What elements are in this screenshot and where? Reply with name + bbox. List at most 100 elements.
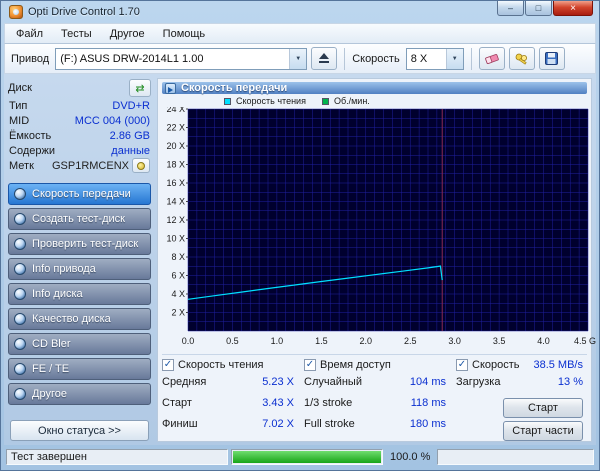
access-time-checkbox[interactable]: ✓ (304, 358, 316, 371)
sidebar-item-label: Info диска (32, 288, 83, 300)
sidebar-item-label: CD Bler (32, 338, 71, 350)
sidebar-item-create-test-disc[interactable]: Создать тест-диск (8, 208, 151, 230)
maximize-icon: □ (535, 3, 542, 13)
menu-bar: Файл Тесты Другое Помощь (4, 23, 596, 44)
actions-column: Загрузка 13 % Старт Старт части (456, 376, 587, 443)
disk-field-type: Тип DVD+R (8, 98, 151, 113)
stat-random: Случайный 104 ms (304, 376, 446, 397)
sidebar-item-cd-bler[interactable]: CD Bler (8, 333, 151, 355)
sidebar-item-verify-test-disc[interactable]: Проверить тест-диск (8, 233, 151, 255)
field-value: DVD+R (112, 99, 150, 112)
menu-tests[interactable]: Тесты (52, 26, 101, 42)
stat-average: Средняя 5.23 X (162, 376, 294, 397)
read-speed-checkbox[interactable]: ✓ (162, 358, 174, 371)
chevron-down-icon[interactable]: ▼ (289, 48, 307, 69)
stat-label: Загрузка (456, 376, 501, 388)
access-time-checkbox-label: Время доступ (320, 358, 391, 371)
stat-label: Средняя (162, 376, 207, 388)
transfer-rate-icon (165, 82, 176, 94)
field-label: Тип (9, 99, 28, 112)
disk-panel-title: Диск (8, 82, 32, 94)
cd-bler-icon (14, 338, 26, 350)
stat-finish: Финиш 7.02 X (162, 418, 294, 439)
start-button[interactable]: Старт (503, 398, 583, 418)
stat-value: 104 ms (409, 376, 446, 388)
svg-text:4.0: 4.0 (537, 336, 550, 346)
stat-label: Full stroke (304, 418, 355, 430)
svg-text:4.5 GB: 4.5 GB (574, 336, 596, 346)
svg-text:6 X: 6 X (171, 271, 185, 281)
chevron-down-icon[interactable]: ▼ (445, 48, 463, 69)
rpm-swatch (321, 97, 329, 105)
eraser-icon (484, 53, 499, 64)
access-stats-column: Случайный 104 ms 1/3 stroke 118 ms Full … (304, 376, 456, 443)
access-time-check-group: ✓ Время доступ (304, 358, 456, 371)
toolbar-separator (344, 47, 346, 70)
sidebar-item-other[interactable]: Другое (8, 383, 151, 405)
svg-text:14 X: 14 X (166, 197, 185, 207)
legend-read-speed-label: Скорость чтения (236, 96, 306, 106)
svg-text:3.5: 3.5 (493, 336, 506, 346)
app-icon (9, 5, 23, 19)
speed-checkbox-label: Скорость (472, 358, 520, 371)
close-button[interactable]: × (553, 1, 593, 16)
sidebar-item-label: Info привода (32, 263, 96, 275)
status-bar: Тест завершен 100.0 % (4, 446, 596, 467)
sidebar-nav: Скорость передачи Создать тест-диск Пров… (8, 180, 151, 405)
field-value: данные (111, 144, 150, 157)
sidebar-item-disc-info[interactable]: Info диска (8, 283, 151, 305)
menu-help[interactable]: Помощь (154, 26, 215, 42)
status-window-button[interactable]: Окно статуса >> (10, 420, 149, 441)
label-edit-icon (137, 161, 145, 170)
speed-select[interactable]: 8 X ▼ (405, 47, 464, 70)
speed-checkbox[interactable]: ✓ (456, 358, 468, 371)
label-edit-button[interactable] (132, 158, 150, 173)
field-value: MCC 004 (000) (74, 114, 150, 127)
chart-legend: Скорость чтения Об./мин. (224, 96, 587, 106)
speed-readout: 38.5 MB/s (533, 358, 583, 371)
results-panel: ✓ Скорость чтения ✓ Время доступ ✓ Скоро… (162, 354, 587, 443)
stat-value: 7.02 X (262, 418, 294, 430)
disk-field-mid: MID MCC 004 (000) (8, 113, 151, 128)
field-label: MID (9, 114, 30, 127)
start-part-button[interactable]: Старт части (503, 421, 583, 441)
progress-bar (231, 449, 383, 465)
other-icon (14, 388, 26, 400)
svg-text:10 X: 10 X (166, 234, 185, 244)
content-area: Диск ⇄ Тип DVD+R MID MCC 004 (000) Ёмкос… (4, 74, 600, 445)
main-panel: Скорость передачи Скорость чтения Об./ми… (157, 78, 600, 443)
stat-label: Финиш (162, 418, 198, 430)
save-button[interactable] (538, 47, 565, 70)
left-panel: Диск ⇄ Тип DVD+R MID MCC 004 (000) Ёмкос… (4, 74, 154, 445)
status-filler (437, 449, 594, 465)
refresh-disk-button[interactable]: ⇄ (129, 79, 151, 97)
sidebar-item-fe-te[interactable]: FE / TE (8, 358, 151, 380)
svg-text:1.5: 1.5 (315, 336, 328, 346)
save-icon (545, 52, 559, 65)
menu-other[interactable]: Другое (101, 26, 154, 42)
stat-value: 118 ms (410, 397, 446, 409)
svg-text:2.5: 2.5 (404, 336, 417, 346)
svg-text:18 X: 18 X (166, 160, 185, 170)
erase-disc-button[interactable] (478, 47, 505, 70)
sidebar-item-disc-quality[interactable]: Качество диска (8, 308, 151, 330)
stat-start: Старт 3.43 X (162, 397, 294, 418)
minimize-button[interactable]: – (497, 1, 524, 16)
stat-label: 1/3 stroke (304, 397, 353, 409)
disk-field-label: Метк GSP1RMCENX (8, 158, 151, 173)
stat-value: 180 ms (409, 418, 446, 430)
drive-select[interactable]: (F:) ASUS DRW-2014L1 1.00 ▼ (55, 47, 308, 70)
sidebar-item-drive-info[interactable]: Info привода (8, 258, 151, 280)
menu-file[interactable]: Файл (7, 26, 52, 42)
stat-load: Загрузка 13 % (456, 376, 587, 397)
field-label: Метк (9, 159, 34, 172)
toolbar: Привод (F:) ASUS DRW-2014L1 1.00 ▼ Скоро… (4, 44, 596, 74)
disk-field-contents: Содержи данные (8, 143, 151, 158)
maximize-button[interactable]: □ (525, 1, 552, 16)
sidebar-item-transfer-rate[interactable]: Скорость передачи (8, 183, 151, 205)
stat-label: Случайный (304, 376, 362, 388)
tools-button[interactable] (508, 47, 535, 70)
svg-text:0.5: 0.5 (226, 336, 239, 346)
progress-percent: 100.0 % (390, 451, 431, 463)
eject-button[interactable] (311, 47, 338, 70)
